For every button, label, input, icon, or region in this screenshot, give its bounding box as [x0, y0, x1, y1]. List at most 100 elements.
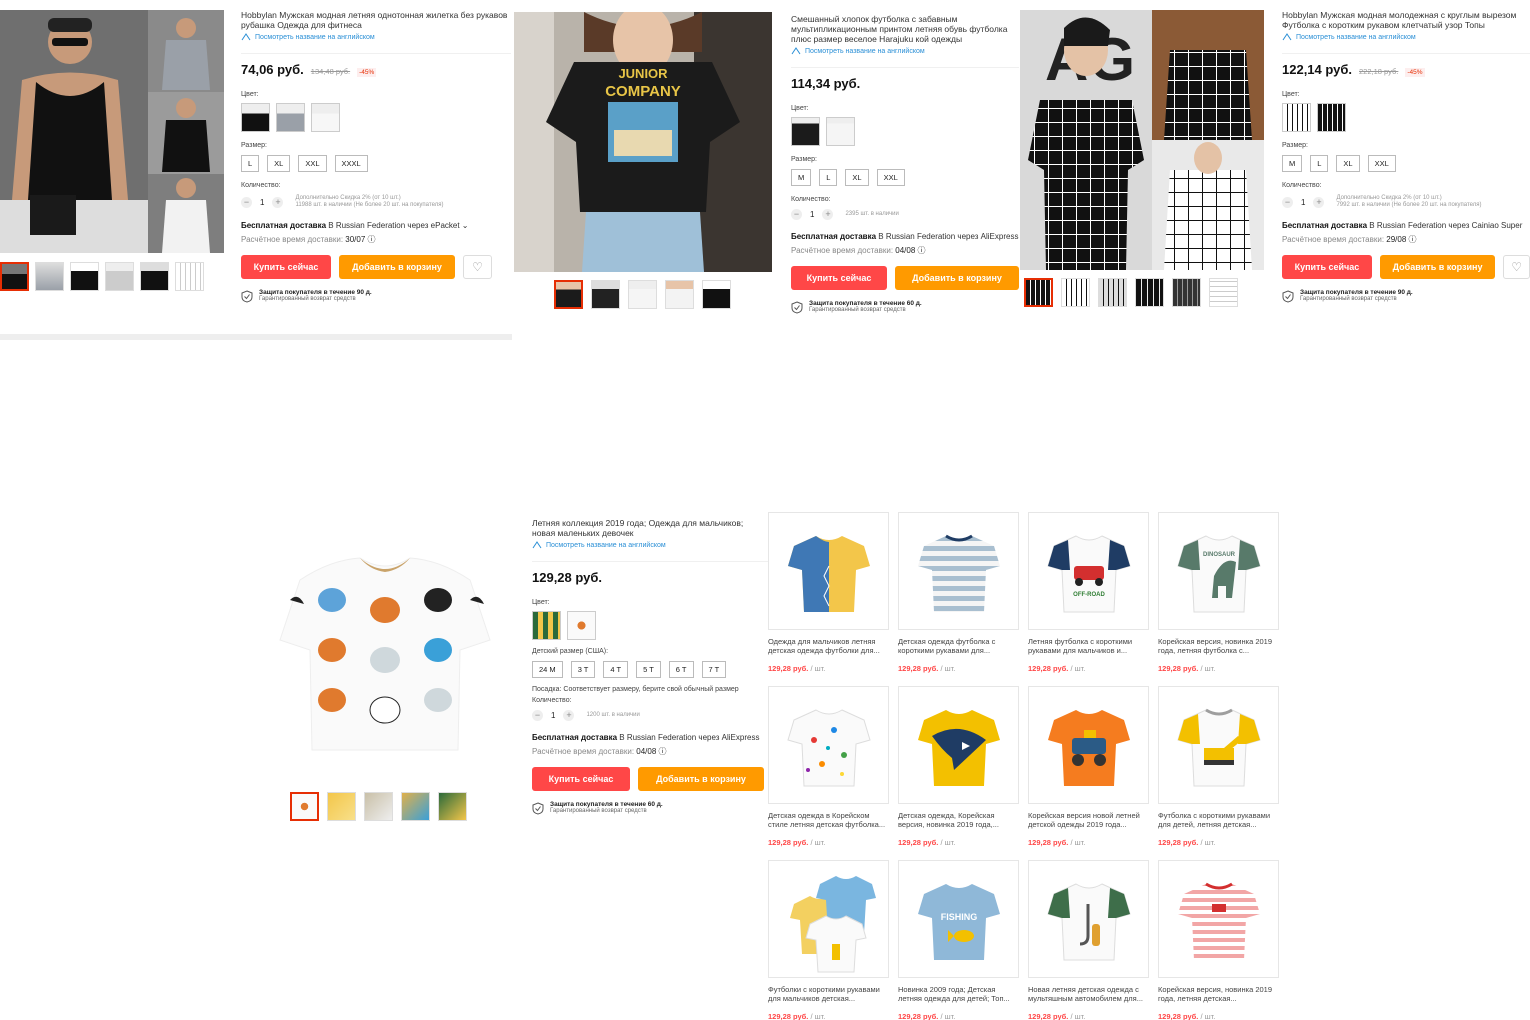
size-option[interactable]: L [241, 155, 260, 172]
info-icon[interactable]: ⓘ [659, 747, 667, 756]
shipping-info[interactable]: Бесплатная доставка В Russian Federation… [241, 221, 511, 230]
product-card[interactable]: FISHING Новинка 2009 года; Детская летня… [898, 860, 1019, 1020]
product-card[interactable]: Футболки с короткими рукавами для мальчи… [768, 860, 889, 1020]
thumbnail[interactable] [140, 262, 169, 291]
size-option[interactable]: L [819, 169, 838, 186]
buy-now-button[interactable]: Купить сейчас [532, 767, 630, 791]
info-icon[interactable]: ⓘ [1409, 235, 1417, 244]
wishlist-heart-icon[interactable]: ♡ [1503, 255, 1530, 279]
buy-now-button[interactable]: Купить сейчас [1282, 255, 1372, 279]
info-icon[interactable]: ⓘ [918, 246, 926, 255]
plus-button[interactable]: + [272, 196, 284, 208]
thumbnail[interactable] [0, 262, 29, 291]
minus-button[interactable]: − [1282, 196, 1293, 208]
quantity-value[interactable]: 1 [260, 198, 264, 207]
thumbnail[interactable] [665, 280, 694, 309]
size-option[interactable]: XL [267, 155, 291, 172]
color-swatch[interactable] [1282, 103, 1311, 132]
size-option[interactable]: L [1310, 155, 1329, 172]
product-card[interactable]: Детская одежда в Корейском стиле летняя … [768, 686, 889, 860]
product-card[interactable]: DINOSAUR Корейская версия, новинка 2019 … [1158, 512, 1279, 686]
size-option[interactable]: M [791, 169, 812, 186]
product-card[interactable]: Одежда для мальчиков летняя детская одеж… [768, 512, 889, 686]
size-option[interactable]: 24 M [532, 661, 563, 678]
thumbnail[interactable] [1209, 278, 1238, 307]
size-option[interactable]: XXL [1367, 155, 1396, 172]
thumbnail[interactable] [364, 792, 393, 821]
color-swatch[interactable] [311, 103, 340, 132]
shipping-info[interactable]: Бесплатная доставка В Russian Federation… [791, 232, 1019, 241]
buy-now-button[interactable]: Купить сейчас [241, 255, 331, 279]
english-title-link[interactable]: Посмотреть название на английском [532, 541, 768, 549]
color-swatch[interactable] [567, 611, 596, 640]
thumbnail[interactable] [1098, 278, 1127, 307]
size-option[interactable]: 3 T [570, 661, 596, 678]
thumbnail[interactable] [628, 280, 657, 309]
plus-button[interactable]: + [563, 710, 575, 721]
size-option[interactable]: XXL [876, 169, 905, 186]
plus-button[interactable]: + [822, 209, 834, 220]
thumbnail[interactable] [327, 792, 356, 821]
stock-note: Дополнительно Скидка 2% (от 10 шт.) 11988… [295, 195, 444, 208]
thumbnail[interactable] [1061, 278, 1090, 307]
product-card[interactable]: Корейская версия новой летней детской од… [1028, 686, 1149, 860]
product-main-image[interactable] [0, 10, 224, 253]
size-option[interactable]: XXXL [334, 155, 368, 172]
thumbnail[interactable] [290, 792, 319, 821]
quantity-value[interactable]: 1 [1301, 198, 1305, 207]
size-option[interactable]: 5 T [636, 661, 661, 678]
thumbnail[interactable] [1172, 278, 1201, 307]
add-to-cart-button[interactable]: Добавить в корзину [638, 767, 764, 791]
shipping-info[interactable]: Бесплатная доставка В Russian Federation… [532, 733, 768, 742]
product-card[interactable]: Новая летняя детская одежда с мультяшным… [1028, 860, 1149, 1020]
quantity-value[interactable]: 1 [810, 210, 814, 219]
thumbnail[interactable] [70, 262, 99, 291]
size-option[interactable]: XXL [298, 155, 327, 172]
english-title-link[interactable]: Посмотреть название на английском [791, 47, 1019, 55]
thumbnail[interactable] [554, 280, 583, 309]
thumbnail[interactable] [401, 792, 430, 821]
thumbnail[interactable] [438, 792, 467, 821]
product-main-image[interactable] [270, 540, 500, 770]
quantity-value[interactable]: 1 [551, 711, 555, 720]
color-swatch[interactable] [1317, 103, 1346, 132]
color-swatch[interactable] [826, 117, 855, 146]
thumbnail[interactable] [702, 280, 731, 309]
thumbnail[interactable] [591, 280, 620, 309]
minus-button[interactable]: − [791, 209, 802, 220]
minus-button[interactable]: − [241, 196, 252, 208]
color-swatch[interactable] [791, 117, 820, 146]
product-card[interactable]: Корейская версия, новинка 2019 года, лет… [1158, 860, 1279, 1020]
product-main-image[interactable]: AG [1020, 10, 1264, 270]
add-to-cart-button[interactable]: Добавить в корзину [895, 266, 1019, 290]
size-option[interactable]: XL [845, 169, 869, 186]
product-card[interactable]: Футболка с короткими рукавами для детей,… [1158, 686, 1279, 860]
add-to-cart-button[interactable]: Добавить в корзину [1379, 255, 1496, 279]
wishlist-heart-icon[interactable]: ♡ [463, 255, 492, 279]
info-icon[interactable]: ⓘ [368, 235, 376, 244]
buy-now-button[interactable]: Купить сейчас [791, 266, 887, 290]
english-title-link[interactable]: Посмотреть название на английском [241, 33, 511, 41]
thumbnail[interactable] [175, 262, 204, 291]
plus-button[interactable]: + [1313, 196, 1325, 208]
color-swatch[interactable] [276, 103, 305, 132]
product-card[interactable]: Детская одежда футболка с короткими рука… [898, 512, 1019, 686]
add-to-cart-button[interactable]: Добавить в корзину [339, 255, 455, 279]
size-option[interactable]: M [1282, 155, 1303, 172]
size-option[interactable]: 6 T [668, 661, 694, 678]
product-card[interactable]: OFF-ROAD Летняя футболка с короткими рук… [1028, 512, 1149, 686]
thumbnail[interactable] [105, 262, 134, 291]
size-option[interactable]: 7 T [701, 661, 727, 678]
english-title-link[interactable]: Посмотреть название на английском [1282, 33, 1530, 41]
product-card[interactable]: Детская одежда, Корейская версия, новинк… [898, 686, 1019, 860]
thumbnail[interactable] [1135, 278, 1164, 307]
shipping-info[interactable]: Бесплатная доставка В Russian Federation… [1282, 221, 1530, 230]
size-option[interactable]: XL [1336, 155, 1360, 172]
size-option[interactable]: 4 T [603, 661, 629, 678]
minus-button[interactable]: − [532, 710, 543, 721]
product-main-image[interactable]: JUNIOR COMPANY [514, 12, 772, 272]
thumbnail[interactable] [35, 262, 64, 291]
color-swatch[interactable] [532, 611, 561, 640]
color-swatch[interactable] [241, 103, 270, 132]
thumbnail[interactable] [1024, 278, 1053, 307]
